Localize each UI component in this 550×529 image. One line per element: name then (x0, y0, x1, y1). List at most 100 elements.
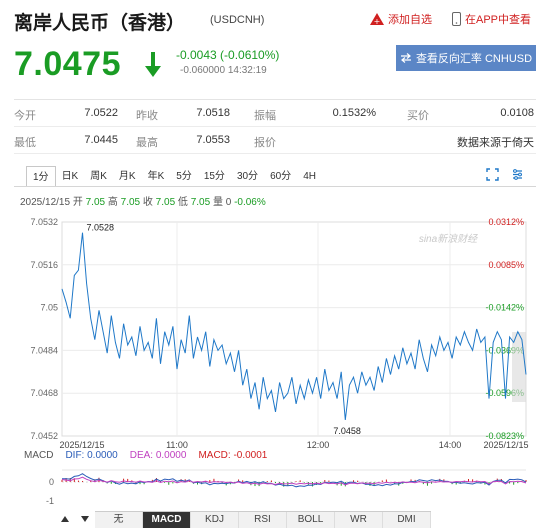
y-tick-label: 7.0516 (30, 260, 58, 270)
nav-up-icon[interactable] (56, 512, 74, 526)
x-tick-label: 2025/12/15 (59, 440, 104, 450)
chart-nav (56, 512, 94, 526)
ohlc-low-label: 低 (175, 197, 191, 208)
ohlc-close-label: 收 (140, 197, 156, 208)
settings-icon[interactable] (511, 168, 524, 181)
view-in-app-label: 在APP中查看 (465, 14, 532, 26)
pct-tick-label: 0.0312% (488, 217, 524, 227)
ohlc-high-label: 高 (105, 197, 121, 208)
stats-row: 最低 7.0445 最高 7.0553 报价 数据来源于倚天 (14, 127, 536, 154)
price-row: 7.0475 -0.0043 (-0.0610%) -0.060000 14:3… (0, 40, 550, 88)
stat-value-amplitude: 0.1532% (332, 107, 376, 119)
stat-label-bid: 买价 (407, 110, 429, 122)
dif-line (61, 473, 527, 488)
price-line (61, 232, 527, 421)
y-tick-label: 7.0468 (30, 388, 58, 398)
chart-frame (61, 221, 527, 437)
stat-label-open: 今开 (14, 110, 36, 122)
ohlc-volume: 量 0 (210, 197, 235, 208)
price-chart[interactable]: 7.0532 0.0312% 7.0516 0.0085% 7.05 -0.0142% 7.… (0, 208, 550, 508)
macd-legend: MACD DIF: 0.0000 DEA: 0.0000 MACD: -0.00… (24, 450, 267, 461)
macd-tick-label: 0 (49, 477, 54, 487)
tab-30min[interactable]: 30分 (231, 166, 264, 187)
current-price: 7.0475 (14, 45, 121, 83)
y-tick-label: 7.0484 (30, 345, 58, 355)
indicator-tab-boll[interactable]: BOLL (287, 512, 335, 528)
indicator-tab-macd[interactable]: MACD (143, 512, 191, 528)
indicator-tab-wr[interactable]: WR (335, 512, 383, 528)
chart-tools (486, 168, 524, 181)
page-title: 离岸人民币（香港） (14, 12, 186, 34)
x-tick-label: 12:00 (307, 440, 330, 450)
stat-value-open: 7.0522 (84, 107, 118, 119)
fullscreen-icon[interactable] (486, 168, 499, 181)
reverse-rate-button[interactable]: 查看反向汇率 CNHUSD (396, 45, 536, 71)
tab-daily[interactable]: 日K (56, 166, 85, 187)
ohlc-open: 7.05 (85, 197, 106, 208)
tab-weekly[interactable]: 周K (84, 166, 113, 187)
down-arrow-icon (145, 52, 161, 77)
ohlc-low: 7.05 (190, 197, 211, 208)
min-annotation: 7.0458 (333, 426, 361, 436)
stat-value-prev-close: 7.0518 (196, 107, 230, 119)
indicator-tab-rsi[interactable]: RSI (239, 512, 287, 528)
stat-label-low: 最低 (14, 137, 36, 149)
tab-15min[interactable]: 15分 (198, 166, 231, 187)
ohlc-date: 2025/12/15 开 (20, 197, 86, 208)
nav-down-icon[interactable] (76, 512, 94, 526)
reverse-rate-label: 查看反向汇率 CNHUSD (415, 53, 533, 65)
view-in-app-button[interactable]: 在APP中查看 (452, 11, 531, 27)
tab-yearly[interactable]: 年K (142, 166, 171, 187)
tab-1min[interactable]: 1分 (26, 166, 56, 187)
pct-tick-label: 0.0085% (488, 260, 524, 270)
tabs-divider (14, 186, 536, 187)
svg-text:+: + (374, 17, 381, 25)
stat-label-high: 最高 (136, 137, 158, 149)
stat-label-amplitude: 振幅 (254, 110, 276, 122)
indicator-tabs: 无 MACD KDJ RSI BOLL WR DMI (95, 511, 431, 528)
y-tick-label: 7.05 (40, 303, 58, 313)
y-tick-label: 7.0452 (30, 431, 58, 441)
stats-row: 今开 7.0522 昨收 7.0518 振幅 0.1532% 买价 0.0108 (14, 100, 536, 127)
stat-value-bid: 0.0108 (500, 107, 534, 119)
pct-tick-label: -0.0142% (485, 303, 524, 313)
ohlc-high: 7.05 (120, 197, 141, 208)
ohlc-close: 7.05 (155, 197, 176, 208)
max-annotation: 7.0528 (87, 223, 115, 233)
stats-table: 今开 7.0522 昨收 7.0518 振幅 0.1532% 买价 0.0108… (14, 99, 536, 154)
stat-value-low: 7.0445 (84, 134, 118, 146)
chart-watermark: sina新浪财经 (419, 233, 478, 245)
macd-dea: DEA: 0.0000 (129, 450, 187, 461)
indicator-tab-dmi[interactable]: DMI (383, 512, 431, 528)
macd-tick-label: -1 (46, 496, 54, 506)
indicator-tab-none[interactable]: 无 (95, 512, 143, 528)
y-tick-label: 7.0532 (30, 217, 58, 227)
symbol-code: (USDCNH) (210, 14, 265, 26)
ohlc-readout: 2025/12/15 开 7.05 高 7.05 收 7.05 低 7.05 量… (20, 193, 266, 208)
ohlc-pct: -0.06% (234, 197, 266, 208)
macd-title: MACD (24, 450, 54, 461)
tab-60min[interactable]: 60分 (264, 166, 297, 187)
phone-icon (452, 12, 461, 26)
tab-5min[interactable]: 5分 (170, 166, 198, 187)
indicator-tab-kdj[interactable]: KDJ (191, 512, 239, 528)
data-source: 数据来源于倚天 (457, 137, 534, 149)
stat-value-high: 7.0553 (196, 134, 230, 146)
stat-label-quote: 报价 (254, 137, 276, 149)
swap-icon (400, 53, 411, 63)
x-tick-label: 2025/12/15 (483, 440, 528, 450)
add-watch-label: 添加自选 (388, 14, 432, 26)
tab-4h[interactable]: 4H (297, 166, 322, 187)
page-header: 离岸人民币（香港） (USDCNH) + 添加自选 在APP中查看 (0, 0, 550, 40)
add-watch-icon: + (370, 13, 384, 25)
price-subline: -0.060000 14:32:19 (180, 65, 267, 76)
x-tick-label: 14:00 (439, 440, 462, 450)
price-change: -0.0043 (-0.0610%) (176, 48, 280, 62)
macd-value: MACD: -0.0001 (198, 450, 268, 461)
x-tick-label: 11:00 (166, 440, 188, 450)
tab-monthly[interactable]: 月K (113, 166, 142, 187)
macd-dif: DIF: 0.0000 (65, 450, 118, 461)
period-tabs: 1分 日K 周K 月K 年K 5分 15分 30分 60分 4H (26, 166, 322, 187)
add-watchlist-button[interactable]: + 添加自选 (370, 11, 432, 27)
stat-label-prev-close: 昨收 (136, 110, 158, 122)
